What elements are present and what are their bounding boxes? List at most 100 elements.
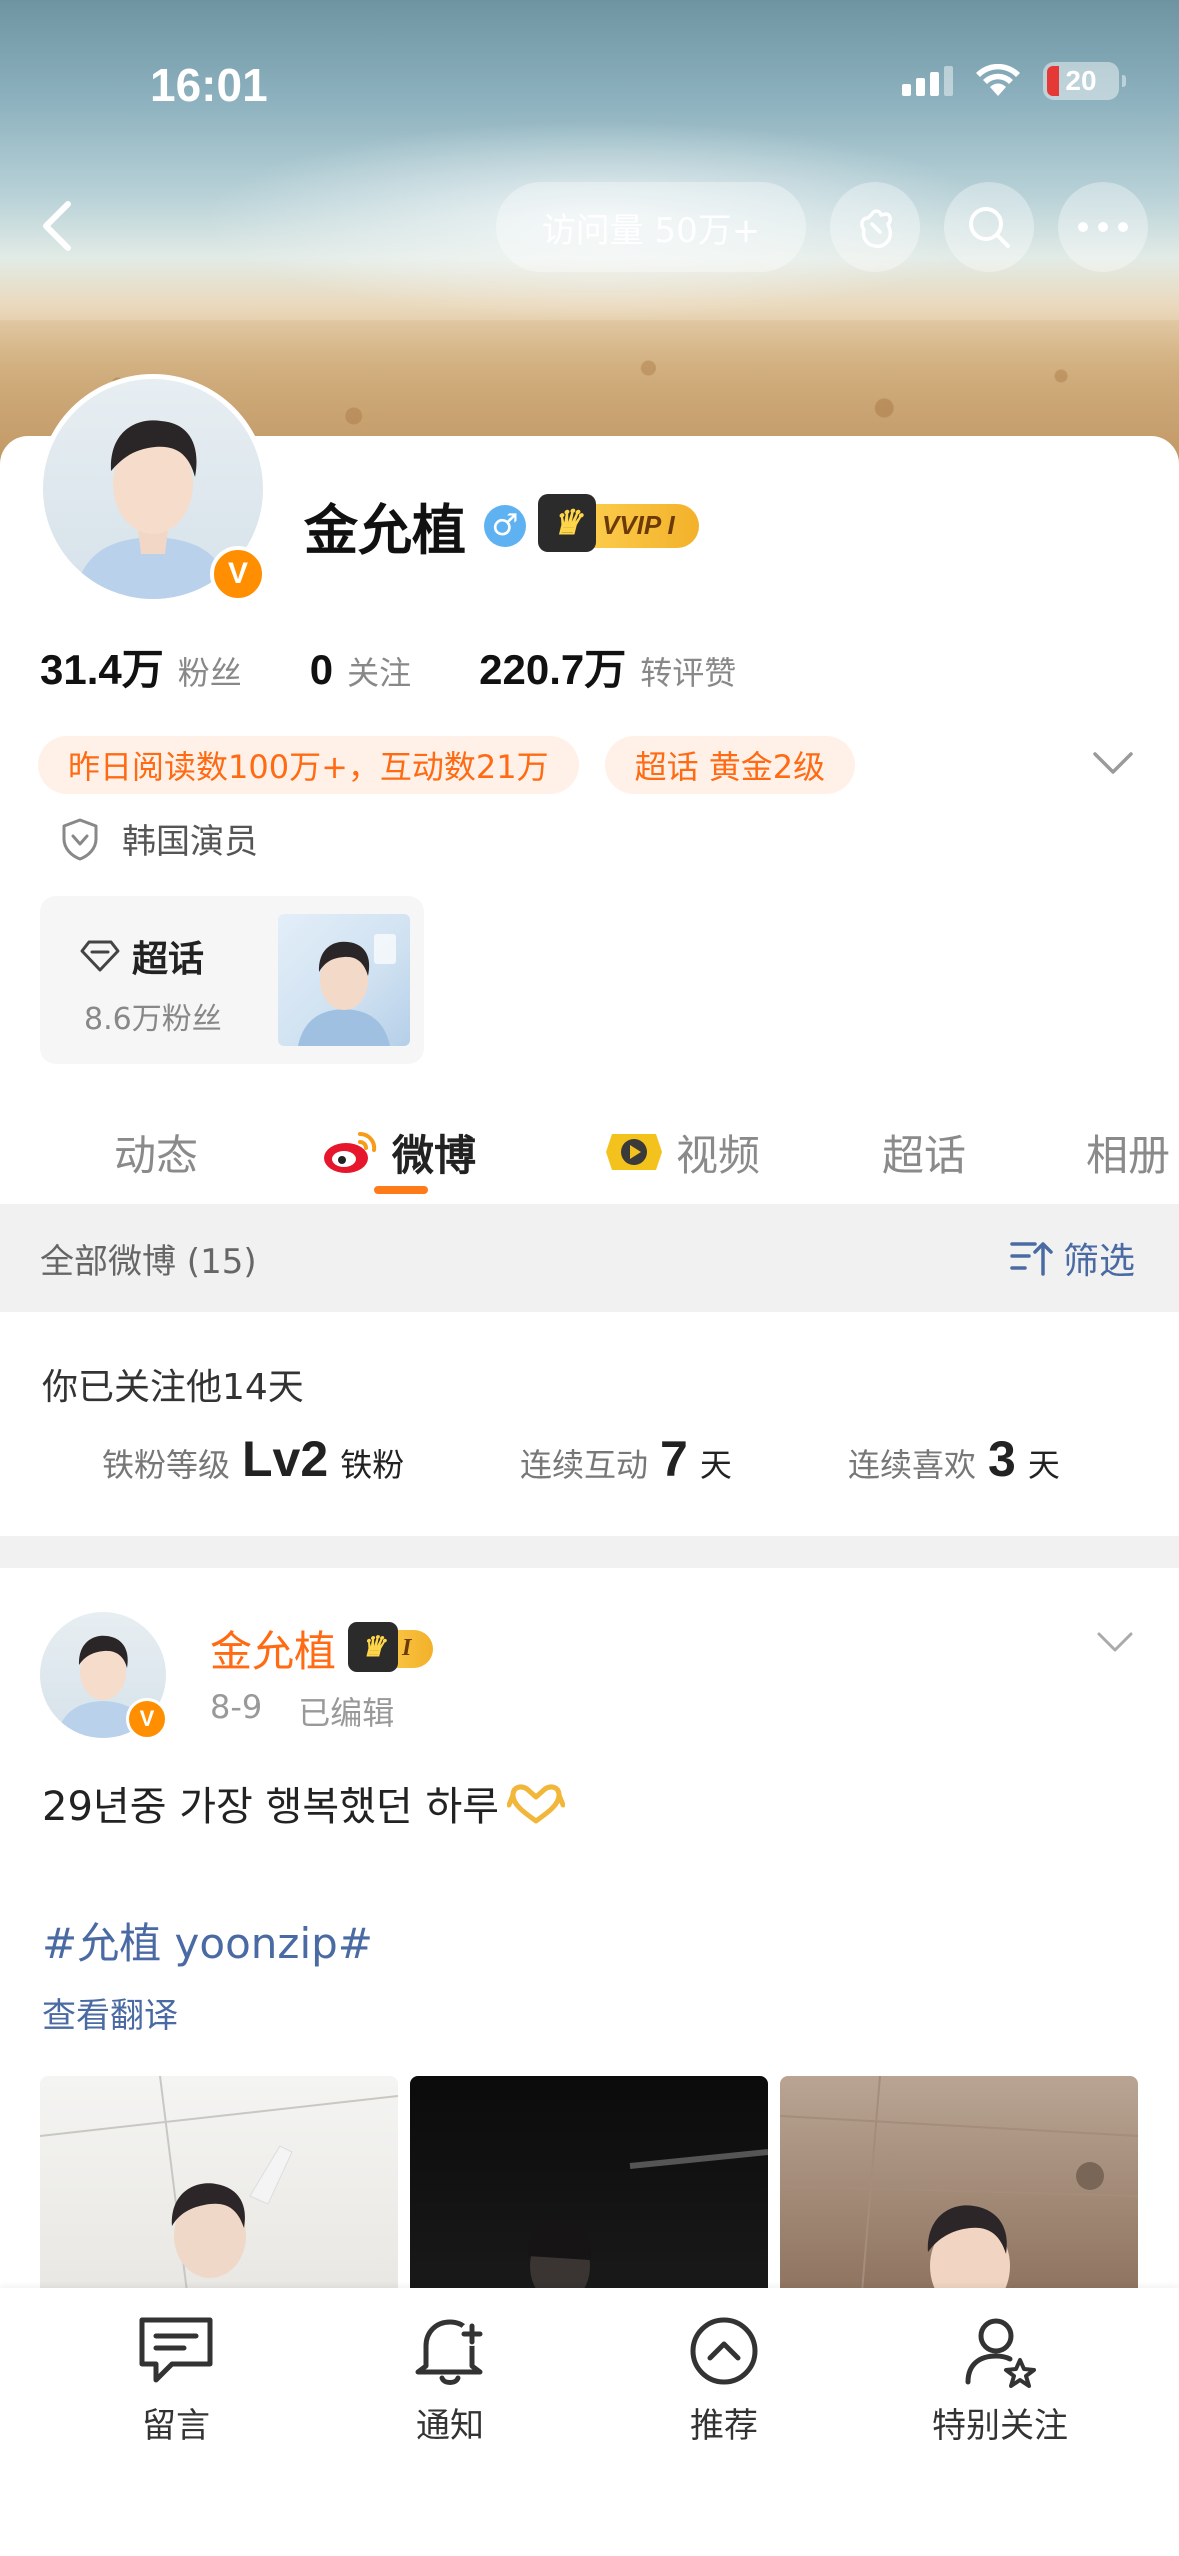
tab-video[interactable]: 视频	[604, 1098, 760, 1206]
metric-unit: 天	[699, 1446, 732, 1484]
filter-bar: 全部微博 (15) 筛选	[0, 1204, 1179, 1312]
profile-avatar[interactable]: V	[38, 374, 268, 604]
special-follow-button[interactable]: 特别关注	[900, 2314, 1100, 2447]
profile-name-row: 金允植 ♂ ♛ VVIP I	[304, 486, 699, 565]
tab-label: 视频	[676, 1130, 761, 1180]
battery-level: 20	[1065, 65, 1097, 96]
tab-album[interactable]: 相册	[1086, 1098, 1170, 1206]
active-tab-indicator	[374, 1186, 428, 1194]
profile-tabs: 动态 微博 视频 超话 相册	[0, 1098, 1179, 1206]
followers-label[interactable]: 粉丝	[178, 648, 242, 694]
bottom-bar-label: 特别关注	[932, 2406, 1068, 2446]
metric-label: 连续互动	[520, 1446, 649, 1484]
post-author-name[interactable]: 金允植	[210, 1618, 336, 1679]
filter-button[interactable]: 筛选	[1009, 1232, 1135, 1284]
video-channel-icon	[606, 1134, 662, 1170]
post-photo[interactable]	[780, 2076, 1138, 2316]
post-photo[interactable]	[40, 2076, 398, 2316]
vip-badge[interactable]: ♛ I	[348, 1621, 434, 1672]
post-photos	[40, 2076, 1138, 2316]
chevron-down-icon[interactable]	[1091, 748, 1135, 778]
message-button[interactable]: 留言	[76, 2314, 276, 2447]
user-star-icon	[965, 2318, 1036, 2388]
translate-link[interactable]: 查看翻译	[42, 1988, 178, 2037]
metric-label: 连续喜欢	[848, 1446, 977, 1484]
supertopic-level-tag[interactable]: 超话 黄金2级	[604, 736, 856, 794]
interactions-label: 转评赞	[640, 654, 737, 692]
metric-value: 7	[660, 1431, 688, 1487]
visits-label: 访问量 50万+	[541, 210, 761, 251]
more-icon	[1078, 222, 1128, 232]
bottom-bar-label: 通知	[416, 2406, 484, 2446]
more-button[interactable]	[1058, 182, 1148, 272]
post-hashtag[interactable]: #允植 yoonzip#	[42, 1910, 373, 1971]
supertopic-thumbnail	[278, 914, 410, 1046]
post-meta: 8-9 已编辑	[210, 1688, 394, 1734]
like-streak-metric[interactable]: 连续喜欢 3 天	[848, 1430, 1060, 1488]
hand-wave-icon	[860, 209, 893, 249]
bell-plus-icon	[415, 2319, 484, 2385]
battery-icon: 20	[1043, 62, 1126, 100]
chevron-up-circle-icon	[690, 2317, 758, 2385]
verified-badge-icon: V	[126, 1698, 168, 1740]
metric-value: 3	[988, 1431, 1016, 1487]
post-date: 8-9	[210, 1688, 263, 1726]
bottom-bar-label: 推荐	[690, 2406, 758, 2446]
bottom-action-bar: 留言 通知 推荐 特别关注	[0, 2288, 1179, 2556]
role-label: 韩国演员	[122, 822, 258, 862]
tab-dynamics[interactable]: 动态	[114, 1098, 198, 1206]
tab-label: 相册	[1086, 1130, 1171, 1180]
fan-level-metric[interactable]: 铁粉等级 Lv2 铁粉	[102, 1430, 404, 1488]
post-body: 29년중 가장 행복했던 하루	[42, 1784, 500, 1830]
search-button[interactable]	[944, 182, 1034, 272]
section-divider	[0, 1536, 1179, 1568]
wifi-icon	[976, 64, 1020, 96]
filter-icon	[1010, 1242, 1053, 1276]
all-posts-label[interactable]: 全部微博 (15)	[40, 1234, 257, 1283]
vip-badge-label: I	[402, 1635, 412, 1661]
metric-label: 铁粉等级	[102, 1446, 231, 1484]
post-edited: 已编辑	[298, 1694, 395, 1732]
following-count[interactable]: 0	[310, 646, 333, 694]
back-icon[interactable]	[30, 196, 90, 256]
interaction-streak-metric[interactable]: 连续互动 7 天	[520, 1430, 732, 1488]
status-time: 16:01	[150, 59, 268, 111]
poke-button[interactable]	[830, 182, 920, 272]
diamond-icon	[80, 940, 120, 972]
following-label[interactable]: 关注	[347, 648, 411, 694]
reading-stats-tag[interactable]: 昨日阅读数100万+，互动数21万	[38, 736, 579, 794]
profile-stats: 31.4万 粉丝 0 关注 220.7万 转评赞	[40, 636, 736, 697]
metric-value: Lv2	[242, 1431, 329, 1487]
heart-hands-emoji-icon	[507, 1784, 566, 1824]
comment-icon	[139, 2317, 213, 2383]
followers-count[interactable]: 31.4万	[40, 636, 164, 697]
supertopic-fans: 8.6万粉丝	[84, 1002, 222, 1037]
notify-button[interactable]: 通知	[350, 2314, 550, 2447]
metric-unit: 天	[1027, 1446, 1060, 1484]
male-icon: ♂	[484, 504, 526, 547]
metric-unit: 铁粉	[340, 1446, 405, 1484]
verified-badge-icon: V	[210, 546, 266, 602]
fan-metrics: 铁粉等级 Lv2 铁粉 连续互动 7 天 连续喜欢 3 天	[0, 1430, 1179, 1510]
vvip-badge[interactable]: ♛ VVIP I	[538, 493, 699, 552]
profile-tags: 昨日阅读数100万+，互动数21万 超话 黄金2级	[38, 736, 856, 794]
status-icons: 20	[902, 62, 1126, 100]
role-row: 韩国演员	[60, 814, 258, 863]
weibo-logo-icon	[324, 1131, 377, 1173]
tab-label: 动态	[114, 1130, 199, 1180]
post-text: 29년중 가장 행복했던 하루	[42, 1774, 566, 1832]
signal-icon	[902, 66, 953, 96]
profile-name: 金允植	[304, 499, 466, 562]
interactions-count: 220.7万	[479, 646, 627, 693]
follow-days: 你已关注他14天	[42, 1367, 304, 1408]
post-photo[interactable]	[410, 2076, 768, 2316]
weibo-post: V 金允植 ♛ I 8-9 已编辑 29년중 가장 행복했던 하루 #允植 yo…	[0, 1568, 1179, 2316]
bottom-bar-label: 留言	[142, 2406, 210, 2446]
supertopic-title: 超话	[132, 939, 205, 980]
tab-supertopic[interactable]: 超话	[882, 1098, 966, 1206]
recommend-button[interactable]: 推荐	[624, 2314, 824, 2447]
supertopic-card[interactable]: 超话 8.6万粉丝	[40, 896, 424, 1064]
chevron-down-icon[interactable]	[1095, 1628, 1135, 1656]
search-icon	[969, 207, 1010, 248]
visits-pill[interactable]: 访问量 50万+	[496, 182, 806, 272]
